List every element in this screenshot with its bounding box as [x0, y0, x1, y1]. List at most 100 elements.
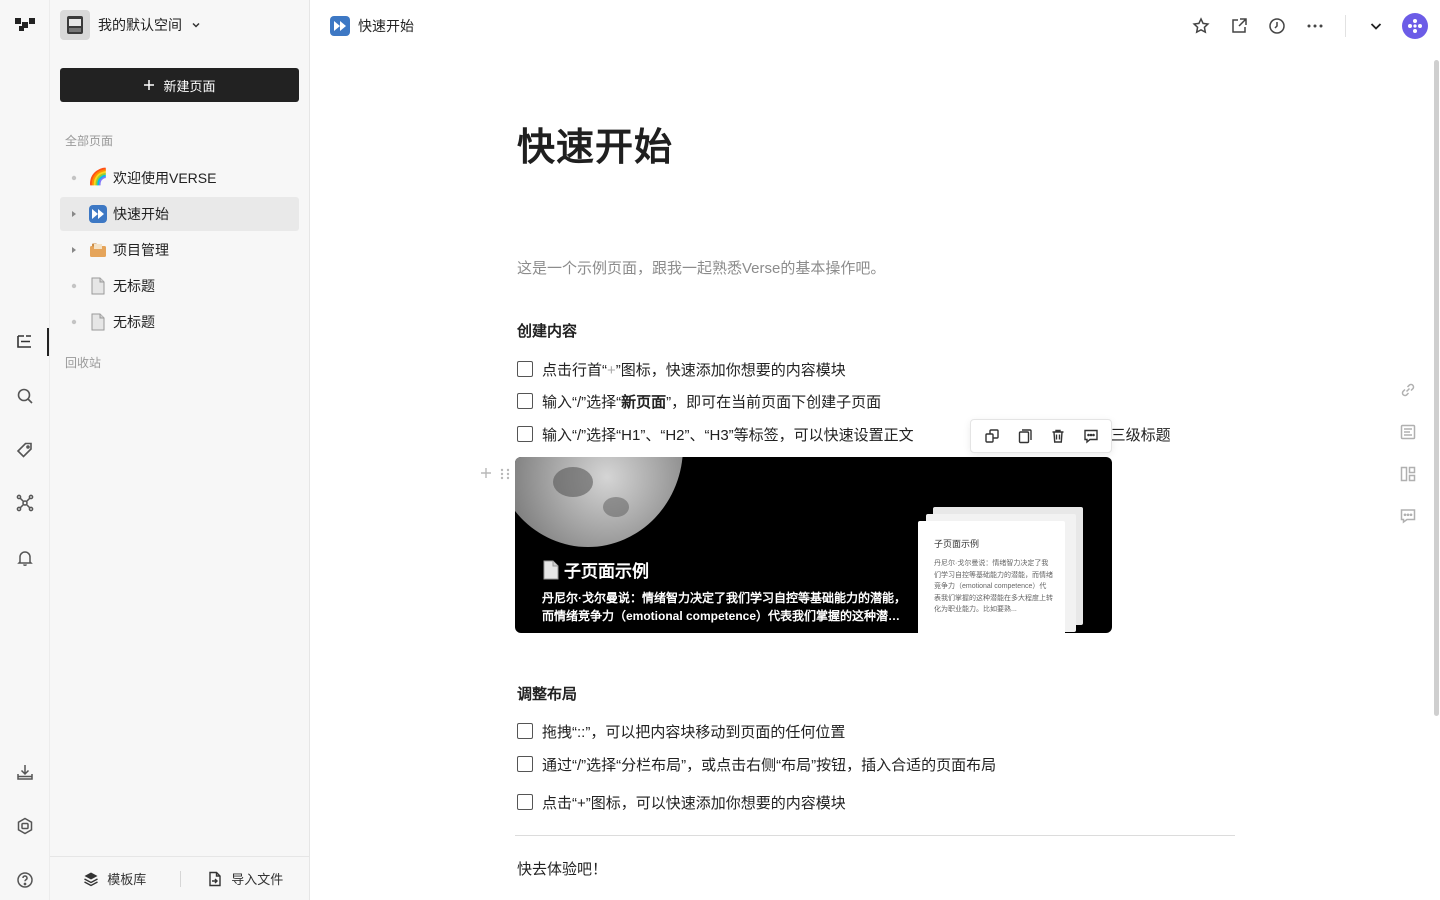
fast-forward-icon — [88, 204, 108, 224]
breadcrumb-title: 快速开始 — [358, 18, 414, 34]
todo-item: 点击行首“+”图标，快速添加你想要的内容模块 — [517, 357, 846, 381]
chevron-down-icon[interactable] — [1362, 12, 1390, 40]
closing-text[interactable]: 快去体验吧！ — [517, 858, 607, 879]
share-icon[interactable] — [1225, 12, 1253, 40]
top-actions — [1177, 12, 1428, 40]
bell-icon[interactable] — [14, 547, 36, 569]
copy-icon[interactable] — [1013, 424, 1037, 448]
download-icon[interactable] — [14, 761, 36, 783]
sidebar-item-label: 欢迎使用VERSE — [113, 170, 217, 186]
comment-icon[interactable] — [1398, 506, 1418, 526]
history-icon[interactable] — [1263, 12, 1291, 40]
moon-cover-image — [515, 457, 683, 547]
tag-icon[interactable] — [14, 439, 36, 461]
todo-checkbox[interactable] — [517, 756, 533, 772]
todo-text[interactable]: 点击“+”图标，可以快速添加你想要的内容模块 — [542, 792, 846, 813]
templates-button[interactable]: 模板库 — [50, 869, 180, 888]
todo-text-bold: 新页面 — [621, 393, 667, 411]
todo-text-part: 输入“/”选择“ — [542, 393, 622, 411]
bullet-dot-icon — [66, 314, 82, 330]
import-label: 导入文件 — [231, 872, 284, 887]
trash-link[interactable]: 回收站 — [65, 354, 101, 371]
preview-text: 丹尼尔·戈尔曼说：情绪智力决定了我们学习自控等基础能力的潜能，而情绪竞争力（em… — [934, 560, 1053, 613]
block-toolbar — [970, 419, 1112, 453]
page-title[interactable]: 快速开始 — [517, 116, 673, 171]
more-icon[interactable] — [1301, 12, 1329, 40]
section-heading-layout[interactable]: 调整布局 — [517, 683, 577, 704]
todo-checkbox[interactable] — [517, 794, 533, 810]
new-page-button[interactable]: 新建页面 — [60, 68, 299, 102]
todo-item: 拖拽“::”，可以把内容块移动到页面的任何位置 — [517, 719, 845, 743]
preview-sheet-front: 子页面示例 丹尼尔·戈尔曼说：情绪智力决定了我们学习自控等基础能力的潜能，而情绪… — [918, 521, 1065, 633]
section-heading-create[interactable]: 创建内容 — [517, 320, 577, 341]
convert-block-icon[interactable] — [980, 424, 1004, 448]
todo-text-part: 点击行首“ — [542, 361, 607, 379]
todo-text-part: 输入“/”选择“H1”、“H2”、“H3”等标签，可以快速设置正文 — [542, 426, 914, 444]
sidebar-item-untitled-2[interactable]: 无标题 — [60, 305, 299, 339]
layers-icon — [84, 872, 99, 886]
import-icon — [209, 871, 221, 886]
todo-text[interactable]: 通过“/”选择“分栏布局”，或点击右侧“布局”按钮，插入合适的页面布局 — [542, 754, 996, 775]
todo-text-part: ”图标，快速添加你想要的内容模块 — [615, 361, 846, 379]
todo-checkbox[interactable] — [517, 723, 533, 739]
folder-icon — [88, 240, 108, 260]
todo-checkbox[interactable] — [517, 426, 533, 442]
sidebar-footer: 模板库 导入文件 — [50, 856, 310, 900]
sidebar-item-label: 无标题 — [113, 314, 155, 330]
new-page-label: 新建页面 — [163, 78, 216, 94]
todo-text[interactable]: 点击行首“+”图标，快速添加你想要的内容模块 — [542, 359, 846, 380]
todo-text[interactable]: 拖拽“::”，可以把内容块移动到页面的任何位置 — [542, 721, 845, 742]
subpage-title-text: 子页面示例 — [564, 562, 649, 581]
outline-icon[interactable] — [1398, 422, 1418, 442]
drag-handle-icon[interactable] — [499, 467, 511, 481]
todo-checkbox[interactable] — [517, 361, 533, 377]
bullet-dot-icon — [66, 170, 82, 186]
search-icon[interactable] — [14, 385, 36, 407]
subpage-card[interactable]: 子页面示例 丹尼尔·戈尔曼说：情绪智力决定了我们学习自控等基础能力的潜能，而情绪… — [515, 457, 1112, 633]
breadcrumb[interactable]: 快速开始 — [330, 16, 414, 36]
page-tree: 🌈 欢迎使用VERSE 快速开始 项目管理 无标题 无标题 — [60, 161, 299, 341]
user-avatar[interactable] — [1402, 13, 1428, 39]
rail-active-indicator — [47, 328, 49, 356]
side-tools — [1398, 380, 1418, 526]
todo-text[interactable]: 输入“/”选择“新页面”，即可在当前页面下创建子页面 — [542, 391, 881, 412]
all-pages-label: 全部页面 — [65, 134, 114, 148]
star-icon[interactable] — [1187, 12, 1215, 40]
plugin-icon[interactable] — [14, 815, 36, 837]
templates-label: 模板库 — [107, 872, 147, 887]
sidebar-item-quick-start[interactable]: 快速开始 — [60, 197, 299, 231]
plus-icon — [144, 80, 155, 90]
page-description[interactable]: 这是一个示例页面，跟我一起熟悉Verse的基本操作吧。 — [517, 257, 885, 278]
plus-glyph: + — [607, 361, 616, 379]
caret-right-icon[interactable] — [66, 242, 82, 258]
sidebar-item-untitled-1[interactable]: 无标题 — [60, 269, 299, 303]
link-icon[interactable] — [1398, 380, 1418, 400]
caret-right-icon[interactable] — [66, 206, 82, 222]
layout-icon[interactable] — [1398, 464, 1418, 484]
workspace-avatar — [60, 10, 90, 40]
document-icon — [88, 312, 108, 332]
import-file-button[interactable]: 导入文件 — [181, 869, 311, 888]
sidebar-item-project-management[interactable]: 项目管理 — [60, 233, 299, 267]
workspace-switcher[interactable]: 我的默认空间 — [60, 10, 202, 40]
verse-logo-icon[interactable] — [15, 17, 35, 33]
graph-icon[interactable] — [14, 492, 36, 514]
subpage-excerpt: 丹尼尔·戈尔曼说：情绪智力决定了我们学习自控等基础能力的潜能，而情绪竞争力（em… — [542, 591, 906, 623]
todo-checkbox[interactable] — [517, 393, 533, 409]
todo-item: 通过“/”选择“分栏布局”，或点击右侧“布局”按钮，插入合适的页面布局 — [517, 752, 996, 776]
sidebar-item-welcome[interactable]: 🌈 欢迎使用VERSE — [60, 161, 299, 195]
sidebar: 我的默认空间 新建页面 全部页面 🌈 欢迎使用VERSE 快速开始 项目管理 无… — [50, 0, 310, 900]
trash-icon[interactable] — [1046, 424, 1070, 448]
help-icon[interactable] — [14, 869, 36, 891]
rainbow-icon: 🌈 — [88, 169, 108, 186]
comment-icon[interactable] — [1079, 424, 1103, 448]
fast-forward-icon — [330, 16, 350, 36]
scrollbar[interactable] — [1434, 60, 1439, 716]
editor: 快速开始 这是一个示例页面，跟我一起熟悉Verse的基本操作吧。 创建内容 点击… — [310, 52, 1440, 900]
document-icon — [88, 276, 108, 296]
document-icon — [543, 560, 559, 579]
page-tree-icon[interactable] — [14, 331, 36, 353]
preview-title: 子页面示例 — [934, 539, 980, 549]
add-block-icon[interactable] — [479, 466, 493, 480]
subpage-title: 子页面示例 — [542, 557, 649, 582]
